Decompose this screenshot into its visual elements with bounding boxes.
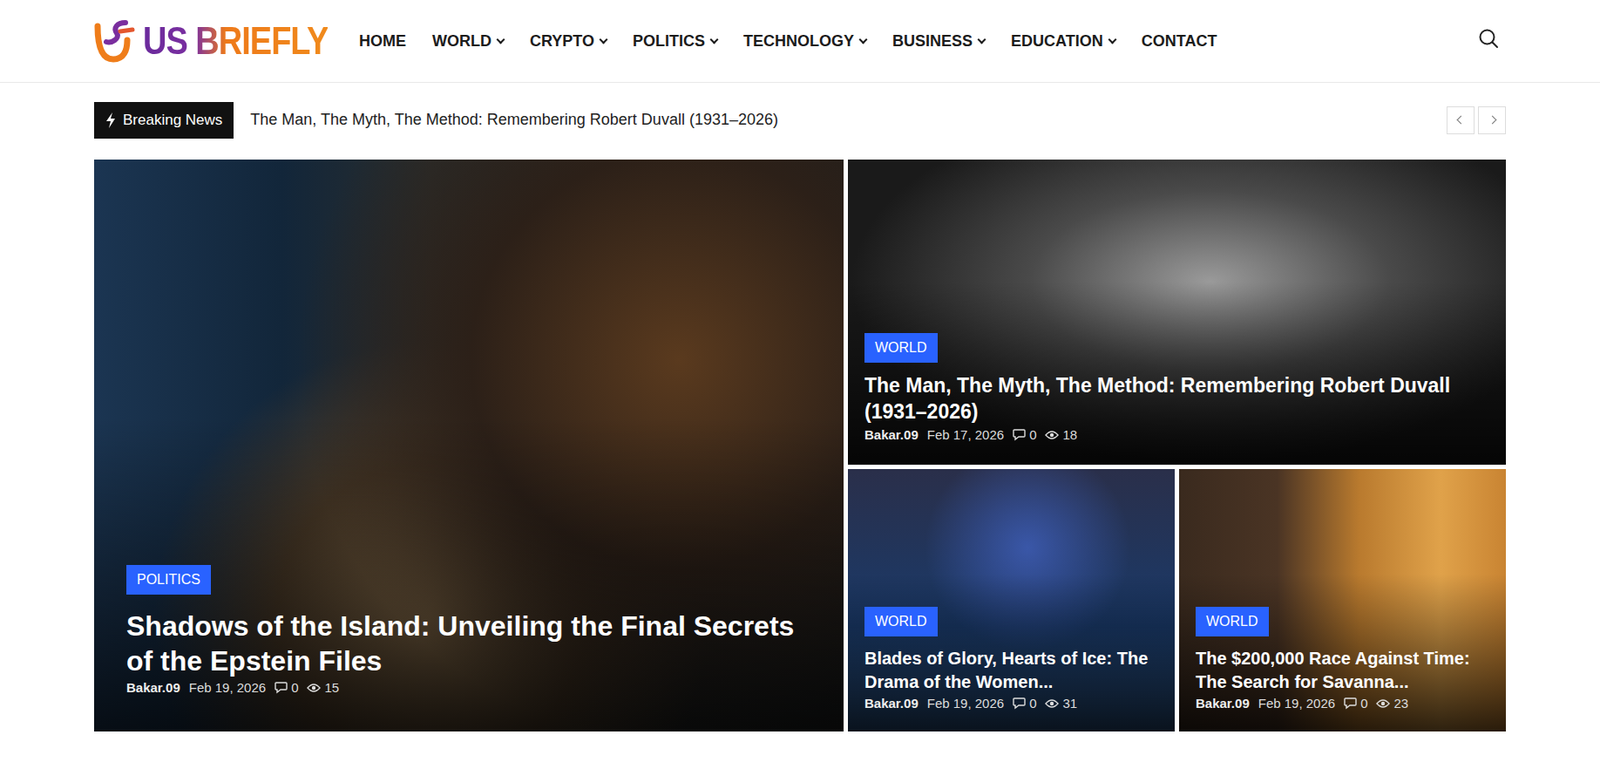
ticker-controls: [1446, 106, 1506, 135]
chevron-down-icon: [859, 34, 868, 44]
nav-label: WORLD: [432, 29, 492, 54]
view-count: 23: [1376, 693, 1409, 714]
comment-number: 0: [1029, 425, 1037, 446]
comment-number: 0: [291, 677, 299, 699]
nav-item[interactable]: WORLD: [432, 29, 504, 54]
story-meta: Bakar.09 Feb 19, 2026 0 15: [126, 677, 812, 699]
nav-label: HOME: [359, 29, 407, 54]
eye-icon: [1044, 429, 1059, 441]
main-content: Breaking News The Man, The Myth, The Meth…: [94, 101, 1506, 732]
breaking-label: Breaking News: [94, 101, 234, 139]
chevron-down-icon: [496, 34, 506, 44]
view-number: 18: [1062, 425, 1078, 446]
header-bar: US BRIEFLY HOME WORLD CRYPTO POLITICS TECHNOL…: [94, 0, 1506, 82]
category-badge[interactable]: POLITICS: [126, 564, 211, 595]
eye-icon: [306, 682, 321, 693]
story-title[interactable]: The $200,000 Race Against Time: The Sear…: [1195, 646, 1490, 694]
story-title[interactable]: Shadows of the Island: Unveiling the Fin…: [126, 608, 812, 678]
chevron-down-icon: [1107, 34, 1117, 44]
comment-count: 0: [1012, 425, 1037, 446]
author-name[interactable]: Bakar.09: [864, 425, 919, 446]
lightning-icon: [105, 112, 116, 129]
comment-count: 0: [1343, 693, 1368, 714]
comment-count: 0: [274, 677, 299, 699]
main-nav: HOME WORLD CRYPTO POLITICS TECHNOLOGY BUSINES…: [359, 29, 1217, 54]
breaking-news-bar: Breaking News The Man, The Myth, The Meth…: [94, 101, 1506, 139]
next-button[interactable]: [1477, 106, 1506, 135]
author-name[interactable]: Bakar.09: [126, 677, 181, 699]
logo-text: US BRIEFLY: [142, 21, 328, 61]
comment-number: 0: [1360, 693, 1368, 714]
post-date: Feb 17, 2026: [927, 425, 1004, 446]
prev-button[interactable]: [1446, 106, 1475, 135]
view-count: 15: [306, 677, 339, 699]
comment-number: 0: [1029, 693, 1037, 714]
comment-icon: [1012, 428, 1026, 441]
nav-label: BUSINESS: [892, 29, 973, 54]
nav-label: CRYPTO: [529, 29, 595, 54]
nav-label: CONTACT: [1141, 29, 1218, 54]
site-header: US BRIEFLY HOME WORLD CRYPTO POLITICS TECHNOL…: [0, 0, 1600, 83]
nav-item[interactable]: EDUCATION: [1010, 29, 1116, 54]
eye-icon: [1044, 698, 1059, 709]
logo-icon: [94, 19, 136, 63]
chevron-down-icon: [599, 34, 609, 44]
nav-item[interactable]: BUSINESS: [892, 29, 985, 54]
search-icon: [1477, 27, 1499, 49]
story-title[interactable]: Blades of Glory, Hearts of Ice: The Dram…: [864, 646, 1159, 694]
nav-item[interactable]: POLITICS: [632, 29, 718, 54]
post-date: Feb 19, 2026: [189, 677, 266, 699]
nav-item[interactable]: TECHNOLOGY: [743, 29, 867, 54]
author-name[interactable]: Bakar.09: [864, 693, 919, 714]
comment-icon: [1343, 697, 1357, 710]
story-card[interactable]: POLITICS Shadows of the Island: Unveiling…: [94, 159, 844, 732]
view-number: 15: [324, 677, 339, 699]
breaking-headline[interactable]: The Man, The Myth, The Method: Rememberi…: [250, 108, 779, 132]
chevron-left-icon: [1456, 115, 1465, 125]
post-date: Feb 19, 2026: [1258, 693, 1336, 714]
story-meta: Bakar.09 Feb 19, 2026 0 31: [864, 693, 1159, 714]
featured-grid: POLITICS Shadows of the Island: Unveiling…: [94, 159, 1506, 732]
comment-icon: [274, 681, 288, 694]
story-card[interactable]: WORLD The Man, The Myth, The Method: Reme…: [847, 159, 1506, 465]
story-title[interactable]: The Man, The Myth, The Method: Rememberi…: [864, 372, 1490, 426]
breaking-label-text: Breaking News: [122, 108, 223, 132]
story-card[interactable]: WORLD Blades of Glory, Hearts of Ice: The…: [847, 468, 1175, 732]
view-number: 31: [1062, 693, 1078, 714]
site-logo[interactable]: US BRIEFLY: [94, 19, 321, 63]
post-date: Feb 19, 2026: [927, 693, 1004, 714]
nav-label: POLITICS: [632, 29, 706, 54]
chevron-down-icon: [977, 34, 987, 44]
view-count: 18: [1044, 425, 1078, 446]
category-badge[interactable]: WORLD: [1195, 606, 1269, 637]
nav-label: EDUCATION: [1010, 29, 1104, 54]
eye-icon: [1376, 698, 1390, 709]
chevron-down-icon: [710, 34, 719, 44]
nav-item[interactable]: CRYPTO: [529, 29, 607, 54]
nav-item[interactable]: CONTACT: [1141, 29, 1218, 54]
view-count: 31: [1044, 693, 1078, 714]
view-number: 23: [1393, 693, 1409, 714]
search-button[interactable]: [1477, 27, 1499, 55]
category-badge[interactable]: WORLD: [864, 332, 938, 363]
author-name[interactable]: Bakar.09: [1195, 693, 1250, 714]
nav-label: TECHNOLOGY: [743, 29, 855, 54]
story-meta: Bakar.09 Feb 19, 2026 0 23: [1195, 693, 1490, 714]
comment-count: 0: [1012, 693, 1037, 714]
story-meta: Bakar.09 Feb 17, 2026 0 18: [864, 425, 1490, 446]
nav-item[interactable]: HOME: [359, 29, 407, 54]
featured-bottom-row: WORLD Blades of Glory, Hearts of Ice: The…: [847, 468, 1506, 732]
chevron-right-icon: [1487, 115, 1497, 125]
category-badge[interactable]: WORLD: [864, 606, 938, 637]
story-card[interactable]: WORLD The $200,000 Race Against Time: The…: [1179, 468, 1506, 732]
comment-icon: [1012, 697, 1026, 710]
